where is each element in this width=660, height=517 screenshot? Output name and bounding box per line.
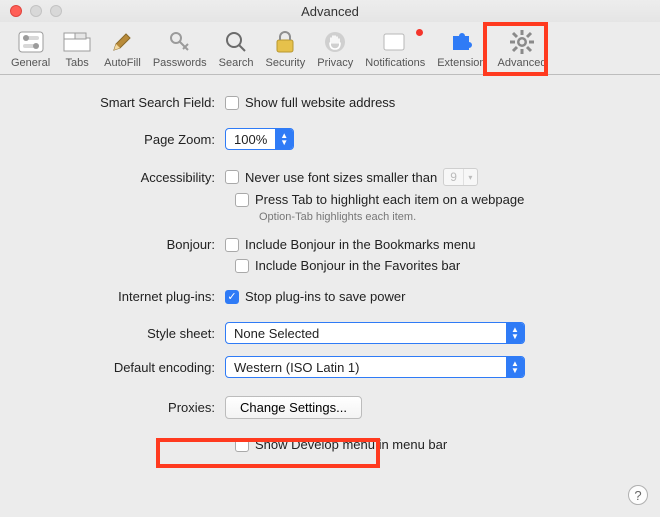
toolbar-label: Search [219, 57, 254, 69]
min-font-stepper: 9 ▾ [443, 168, 478, 186]
badge-icon [415, 28, 424, 37]
toolbar-label: Passwords [153, 57, 207, 69]
window-title: Advanced [0, 4, 660, 19]
chevron-down-icon: ▾ [463, 169, 477, 185]
bonjour-favorites-checkbox[interactable] [235, 259, 249, 273]
plugins-label: Internet plug-ins: [20, 289, 225, 304]
bonjour-label: Bonjour: [20, 237, 225, 252]
encoding-label: Default encoding: [20, 360, 225, 375]
min-font-checkbox[interactable] [225, 170, 239, 184]
encoding-value: Western (ISO Latin 1) [226, 360, 367, 375]
preferences-body: Smart Search Field: Show full website ad… [0, 75, 660, 466]
toolbar-passwords[interactable]: Passwords [148, 26, 212, 72]
help-button[interactable]: ? [628, 485, 648, 505]
bonjour-bookmarks-checkbox[interactable] [225, 238, 239, 252]
toolbar-label: Extension [437, 57, 485, 69]
toolbar-label: Security [265, 57, 305, 69]
show-full-url-checkbox[interactable] [225, 96, 239, 110]
lock-icon [270, 29, 300, 55]
gear-icon [507, 29, 537, 55]
toolbar-advanced[interactable]: Advanced [493, 26, 552, 72]
stylesheet-value: None Selected [226, 326, 327, 341]
toolbar-search[interactable]: Search [214, 26, 259, 72]
develop-menu-text: Show Develop menu in menu bar [255, 437, 447, 452]
toolbar-label: Tabs [66, 57, 89, 69]
key-icon [165, 29, 195, 55]
toolbar-security[interactable]: Security [260, 26, 310, 72]
tab-highlight-text: Press Tab to highlight each item on a we… [255, 192, 524, 207]
change-settings-button[interactable]: Change Settings... [225, 396, 362, 419]
proxies-label: Proxies: [20, 400, 225, 415]
page-zoom-label: Page Zoom: [20, 132, 225, 147]
stylesheet-label: Style sheet: [20, 326, 225, 341]
hand-icon [320, 29, 350, 55]
search-icon [221, 29, 251, 55]
show-full-url-text: Show full website address [245, 95, 395, 110]
page-zoom-select[interactable]: 100% ▲▼ [225, 128, 294, 150]
toolbar-notifications[interactable]: Notifications [360, 26, 430, 72]
preferences-toolbar: General Tabs AutoFill Passwords Search S… [0, 22, 660, 75]
toolbar-general[interactable]: General [6, 26, 55, 72]
updown-icon: ▲▼ [275, 129, 293, 149]
smart-search-label: Smart Search Field: [20, 95, 225, 110]
toolbar-extensions[interactable]: Extension [432, 26, 490, 72]
develop-menu-checkbox[interactable] [235, 438, 249, 452]
stop-plugins-text: Stop plug-ins to save power [245, 289, 405, 304]
bonjour-favorites-text: Include Bonjour in the Favorites bar [255, 258, 460, 273]
tabs-icon [62, 29, 92, 55]
puzzle-icon [446, 29, 476, 55]
toolbar-tabs[interactable]: Tabs [57, 26, 97, 72]
tab-highlight-checkbox[interactable] [235, 193, 249, 207]
accessibility-label: Accessibility: [20, 170, 225, 185]
toolbar-label: Notifications [365, 57, 425, 69]
toolbar-privacy[interactable]: Privacy [312, 26, 358, 72]
pencil-icon [107, 29, 137, 55]
updown-icon: ▲▼ [506, 323, 524, 343]
toolbar-label: AutoFill [104, 57, 141, 69]
notification-icon [380, 29, 410, 55]
accessibility-hint: Option-Tab highlights each item. [259, 211, 640, 223]
page-zoom-value: 100% [226, 132, 275, 147]
min-font-text: Never use font sizes smaller than [245, 170, 437, 185]
toolbar-label: Advanced [498, 57, 547, 69]
stop-plugins-checkbox[interactable]: ✓ [225, 290, 239, 304]
toolbar-autofill[interactable]: AutoFill [99, 26, 146, 72]
toolbar-label: Privacy [317, 57, 353, 69]
updown-icon: ▲▼ [506, 357, 524, 377]
stylesheet-select[interactable]: None Selected ▲▼ [225, 322, 525, 344]
titlebar: Advanced [0, 0, 660, 22]
switches-icon [16, 29, 46, 55]
bonjour-bookmarks-text: Include Bonjour in the Bookmarks menu [245, 237, 476, 252]
encoding-select[interactable]: Western (ISO Latin 1) ▲▼ [225, 356, 525, 378]
toolbar-label: General [11, 57, 50, 69]
